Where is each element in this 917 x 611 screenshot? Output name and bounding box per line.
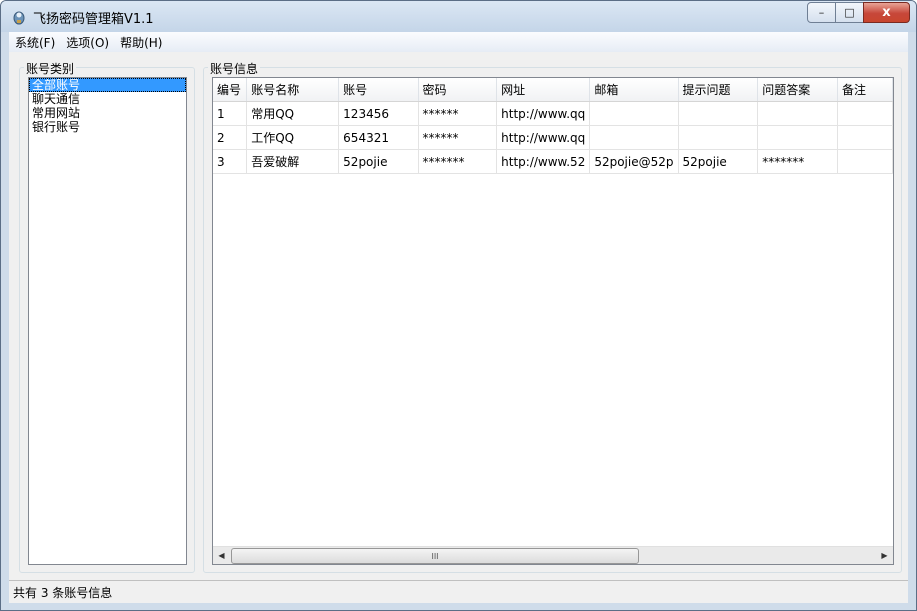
cell-account: 123456 (338, 101, 419, 126)
scroll-left-arrow-icon[interactable]: ◀ (213, 547, 230, 564)
cell-hint: 52pojie (678, 149, 759, 174)
cell-email: 52pojie@52p (589, 149, 679, 174)
category-item-all[interactable]: 全部账号 (29, 78, 186, 92)
minimize-button[interactable]: – (807, 2, 836, 23)
menu-help[interactable]: 帮助(H) (115, 34, 167, 51)
col-header-id[interactable]: 编号 (213, 78, 248, 102)
col-header-password[interactable]: 密码 (418, 78, 498, 102)
cell-id: 2 (213, 125, 248, 150)
cell-password: ******* (418, 149, 498, 174)
category-item-chat[interactable]: 聊天通信 (29, 92, 186, 106)
col-header-account[interactable]: 账号 (338, 78, 419, 102)
cell-answer (757, 101, 838, 126)
cell-name: 工作QQ (246, 125, 340, 150)
cell-notes (837, 125, 893, 150)
col-header-url[interactable]: 网址 (496, 78, 591, 102)
cell-email (589, 125, 679, 150)
menu-options[interactable]: 选项(O) (61, 34, 114, 51)
scroll-thumb[interactable]: III (231, 548, 639, 564)
cell-url: http://www.52 (496, 149, 591, 174)
account-group-label: 账号信息 (208, 60, 261, 77)
menu-system[interactable]: 系统(F) (10, 34, 60, 51)
cell-name: 吾爱破解 (246, 149, 340, 174)
window-title: 飞扬密码管理箱V1.1 (33, 12, 154, 27)
cell-notes (837, 149, 893, 174)
title-bar[interactable]: 飞扬密码管理箱V1.1 – □ x (1, 1, 916, 32)
category-list[interactable]: 全部账号 聊天通信 常用网站 银行账号 (28, 77, 187, 565)
table-row[interactable]: 3 吾爱破解 52pojie ******* http://www.52 52p… (213, 149, 893, 174)
cell-password: ****** (418, 101, 498, 126)
cell-url: http://www.qq (496, 101, 591, 126)
cell-account: 654321 (338, 125, 419, 150)
cell-id: 3 (213, 149, 248, 174)
cell-name: 常用QQ (246, 101, 340, 126)
col-header-name[interactable]: 账号名称 (246, 78, 340, 102)
col-header-email[interactable]: 邮箱 (589, 78, 679, 102)
window-controls: – □ x (807, 2, 910, 23)
col-header-answer[interactable]: 问题答案 (757, 78, 838, 102)
client-area: 系统(F) 选项(O) 帮助(H) 账号类别 全部账号 聊天通信 常用网站 银行… (9, 32, 908, 603)
cell-password: ****** (418, 125, 498, 150)
maximize-button[interactable]: □ (835, 2, 864, 23)
cell-url: http://www.qq (496, 125, 591, 150)
category-item-bank[interactable]: 银行账号 (29, 120, 186, 134)
status-text: 共有 3 条账号信息 (13, 586, 113, 600)
category-item-websites[interactable]: 常用网站 (29, 106, 186, 120)
table-row[interactable]: 1 常用QQ 123456 ****** http://www.qq (213, 101, 893, 126)
close-button[interactable]: x (863, 2, 910, 23)
col-header-notes[interactable]: 备注 (837, 78, 893, 102)
cell-id: 1 (213, 101, 248, 126)
app-icon (13, 11, 25, 25)
table-row[interactable]: 2 工作QQ 654321 ****** http://www.qq (213, 125, 893, 150)
cell-account: 52pojie (338, 149, 419, 174)
account-table[interactable]: 编号 账号名称 账号 密码 网址 邮箱 提示问题 问题答案 备注 1 常用QQ (212, 77, 894, 565)
app-window: 飞扬密码管理箱V1.1 – □ x 系统(F) 选项(O) 帮助(H) 账号类别… (0, 0, 917, 611)
col-header-hint[interactable]: 提示问题 (678, 78, 759, 102)
cell-email (589, 101, 679, 126)
cell-hint (678, 101, 759, 126)
scroll-right-arrow-icon[interactable]: ▶ (876, 547, 893, 564)
scroll-grip-icon: III (431, 551, 439, 561)
horizontal-scrollbar[interactable]: ◀ III ▶ (213, 546, 893, 564)
cell-answer (757, 125, 838, 150)
cell-hint (678, 125, 759, 150)
category-group-label: 账号类别 (24, 60, 77, 77)
table-header-row: 编号 账号名称 账号 密码 网址 邮箱 提示问题 问题答案 备注 (213, 78, 893, 102)
menu-bar: 系统(F) 选项(O) 帮助(H) (9, 32, 908, 52)
cell-notes (837, 101, 893, 126)
status-bar: 共有 3 条账号信息 (9, 580, 908, 603)
cell-answer: ******* (757, 149, 838, 174)
account-grid: 编号 账号名称 账号 密码 网址 邮箱 提示问题 问题答案 备注 1 常用QQ (213, 78, 893, 174)
